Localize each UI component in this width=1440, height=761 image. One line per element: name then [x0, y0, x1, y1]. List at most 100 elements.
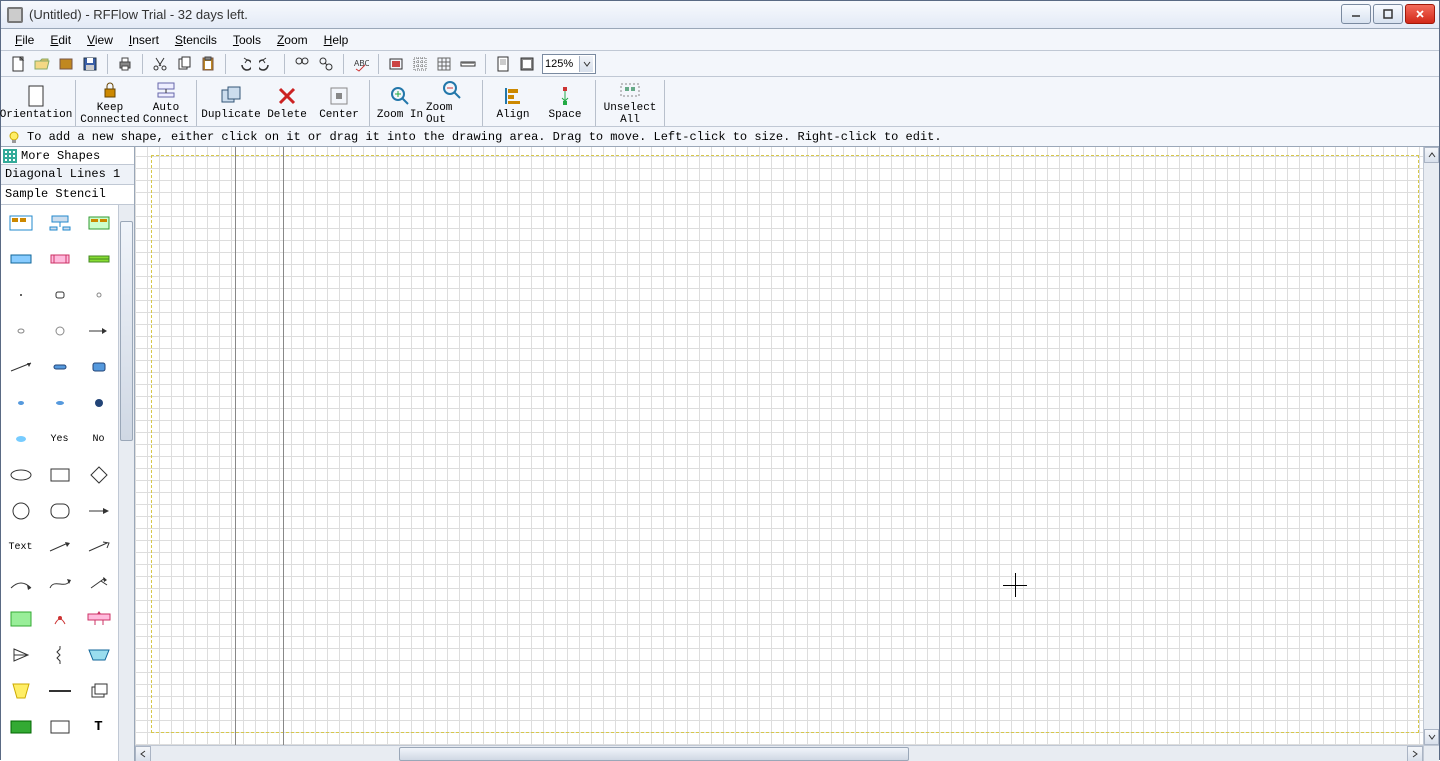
stencil-shape-no[interactable]: No [79, 421, 118, 457]
stencil-shape[interactable] [40, 277, 79, 313]
menu-file[interactable]: File [7, 31, 42, 49]
menu-insert[interactable]: Insert [121, 31, 167, 49]
stencil-shape[interactable] [79, 601, 118, 637]
horizontal-scrollbar[interactable] [135, 745, 1423, 761]
orientation-button[interactable]: Orientation [1, 78, 71, 126]
stencil-shape[interactable] [79, 313, 118, 349]
stencil-shape[interactable] [1, 277, 40, 313]
chevron-down-icon[interactable] [579, 56, 593, 72]
menu-view[interactable]: View [79, 31, 121, 49]
space-button[interactable]: Space [539, 78, 591, 126]
stencil-shape-text[interactable]: Text [1, 529, 40, 565]
unselect-all-button[interactable]: Unselect All [600, 78, 660, 126]
stencil-shape[interactable] [1, 241, 40, 277]
zoom-combo[interactable]: 125% [542, 54, 596, 74]
spellcheck-icon[interactable]: ABC [350, 53, 372, 75]
stencil-shape[interactable] [40, 529, 79, 565]
stencil-shape[interactable] [1, 673, 40, 709]
zoom-out-button[interactable]: Zoom Out [426, 78, 478, 126]
menu-help[interactable]: Help [316, 31, 357, 49]
stencil-shape[interactable] [79, 349, 118, 385]
stencil-shape[interactable] [1, 313, 40, 349]
show-grid-icon[interactable] [433, 53, 455, 75]
stencil-shape[interactable] [40, 673, 79, 709]
stencil-shape[interactable] [1, 637, 40, 673]
stencil-shape[interactable] [79, 637, 118, 673]
replace-icon[interactable] [315, 53, 337, 75]
stencil-shape[interactable] [40, 349, 79, 385]
stencil-shape[interactable] [79, 457, 118, 493]
scrollbar-thumb[interactable] [399, 747, 909, 761]
stencil-scrollbar[interactable] [118, 205, 134, 761]
menu-tools[interactable]: Tools [225, 31, 269, 49]
stencil-shape[interactable] [79, 565, 118, 601]
snap-grid-icon[interactable] [409, 53, 431, 75]
new-file-icon[interactable] [7, 53, 29, 75]
stencil-shape[interactable] [79, 241, 118, 277]
stencil-shape[interactable] [40, 493, 79, 529]
stencil-shape[interactable] [40, 385, 79, 421]
stencil-shape[interactable] [1, 565, 40, 601]
stencil-shape[interactable] [1, 709, 40, 745]
stencil-shape[interactable] [1, 601, 40, 637]
auto-connect-button[interactable]: Auto Connect [140, 78, 192, 126]
keep-connected-button[interactable]: Keep Connected [80, 78, 140, 126]
scroll-left-icon[interactable] [135, 746, 151, 761]
page-setup-icon[interactable] [492, 53, 514, 75]
maximize-button[interactable] [1373, 4, 1403, 24]
stencil-shape[interactable] [79, 205, 118, 241]
print-icon[interactable] [114, 53, 136, 75]
delete-button[interactable]: Delete [261, 78, 313, 126]
stencil-shape[interactable] [79, 277, 118, 313]
ruler-icon[interactable] [457, 53, 479, 75]
scrollbar-thumb[interactable] [120, 221, 133, 441]
stencil-shape[interactable] [40, 457, 79, 493]
menu-stencils[interactable]: Stencils [167, 31, 225, 49]
center-button[interactable]: Center [313, 78, 365, 126]
paste-icon[interactable] [197, 53, 219, 75]
stencil-shape-t[interactable]: T [79, 709, 118, 745]
stencil-shape[interactable] [79, 673, 118, 709]
minimize-button[interactable] [1341, 4, 1371, 24]
drawing-canvas[interactable] [135, 147, 1439, 761]
close-button[interactable] [1405, 4, 1435, 24]
stencil-shape[interactable] [40, 601, 79, 637]
stencil-shape[interactable] [40, 205, 79, 241]
stencil-shape[interactable] [1, 205, 40, 241]
align-button[interactable]: Align [487, 78, 539, 126]
stencil-shape[interactable] [1, 493, 40, 529]
stencil-shape-yes[interactable]: Yes [40, 421, 79, 457]
stencil-tab-sample[interactable]: Sample Stencil [1, 185, 134, 205]
close-file-icon[interactable] [55, 53, 77, 75]
stencil-shape[interactable] [40, 709, 79, 745]
stencil-shape[interactable] [1, 457, 40, 493]
stencil-shape[interactable] [40, 637, 79, 673]
redo-icon[interactable] [256, 53, 278, 75]
scroll-up-icon[interactable] [1424, 147, 1439, 163]
save-file-icon[interactable] [79, 53, 101, 75]
fit-window-icon[interactable] [385, 53, 407, 75]
vertical-scrollbar[interactable] [1423, 147, 1439, 745]
find-icon[interactable] [291, 53, 313, 75]
menu-edit[interactable]: Edit [42, 31, 79, 49]
stencil-shape[interactable] [40, 241, 79, 277]
scroll-right-icon[interactable] [1407, 746, 1423, 761]
cut-icon[interactable] [149, 53, 171, 75]
stencil-shape[interactable] [79, 529, 118, 565]
stencil-shape[interactable] [79, 385, 118, 421]
stencil-shape[interactable] [40, 565, 79, 601]
copy-icon[interactable] [173, 53, 195, 75]
stencil-shape[interactable] [79, 493, 118, 529]
duplicate-button[interactable]: Duplicate [201, 78, 261, 126]
stencil-shape[interactable] [1, 421, 40, 457]
more-shapes-button[interactable]: More Shapes [1, 147, 134, 165]
open-file-icon[interactable] [31, 53, 53, 75]
scroll-down-icon[interactable] [1424, 729, 1439, 745]
stencil-shape[interactable] [40, 313, 79, 349]
undo-icon[interactable] [232, 53, 254, 75]
stencil-tab-diagonal[interactable]: Diagonal Lines 1 [1, 165, 134, 185]
menu-zoom[interactable]: Zoom [269, 31, 316, 49]
properties-icon[interactable] [516, 53, 538, 75]
stencil-shape[interactable] [1, 385, 40, 421]
stencil-shape[interactable] [1, 349, 40, 385]
